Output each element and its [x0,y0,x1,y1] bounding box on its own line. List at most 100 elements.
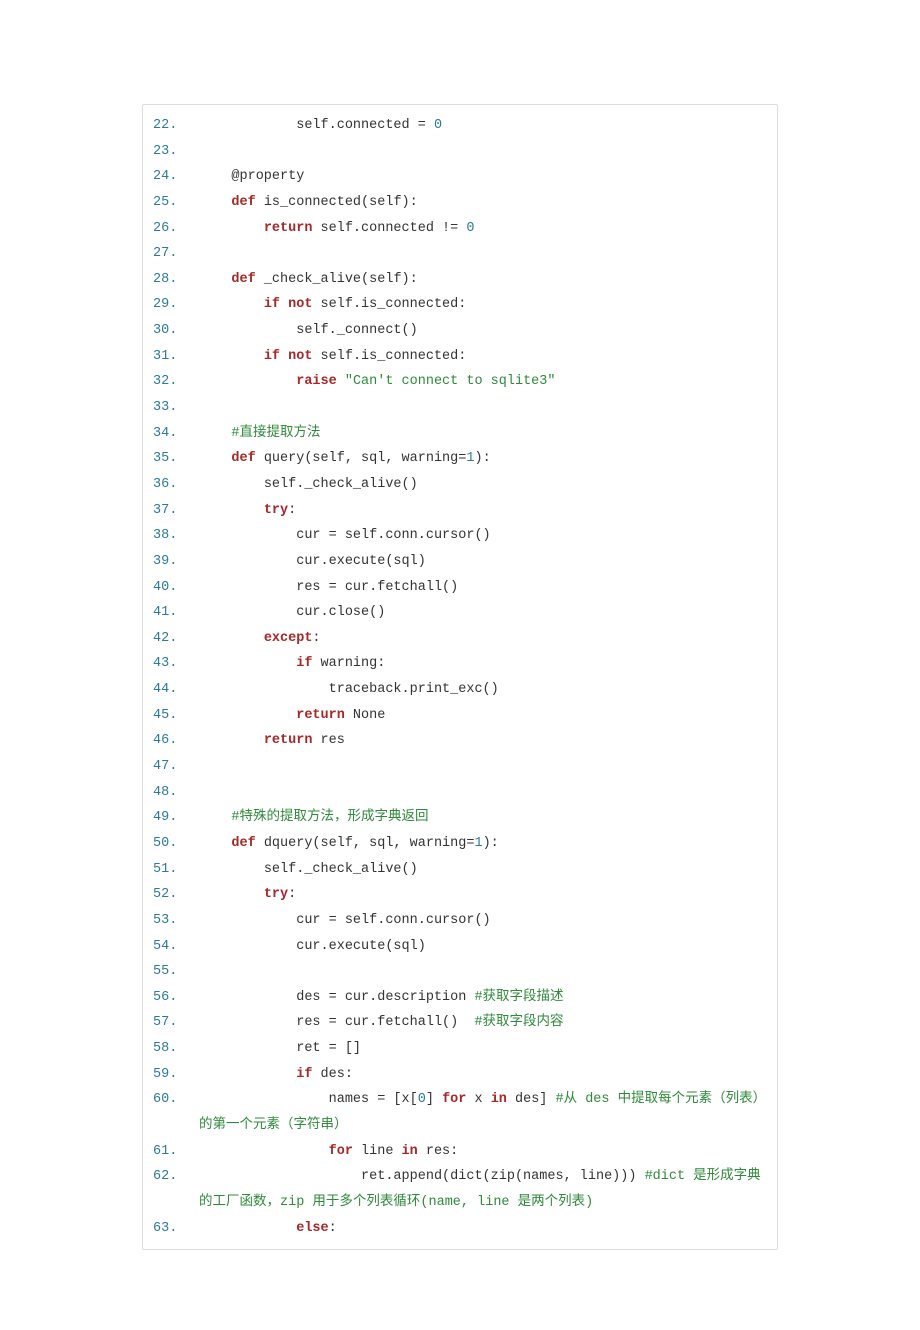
line-number: 29. [153,292,199,318]
line-content: except: [199,626,767,652]
line-content: if des: [199,1062,767,1088]
code-line: 62. ret.append(dict(zip(names, line))) #… [153,1164,767,1215]
code-line: 57. res = cur.fetchall() #获取字段内容 [153,1010,767,1036]
line-content: raise "Can't connect to sqlite3" [199,369,767,395]
line-number: 44. [153,677,199,703]
line-content: cur.execute(sql) [199,934,767,960]
code-line: 59. if des: [153,1062,767,1088]
line-content: self._check_alive() [199,472,767,498]
code-line: 33. [153,395,767,421]
line-content: else: [199,1216,767,1242]
line-content: names = [x[0] for x in des] #从 des 中提取每个… [199,1087,767,1138]
code-line: 47. [153,754,767,780]
code-line: 48. [153,780,767,806]
line-content: def _check_alive(self): [199,267,767,293]
line-number: 54. [153,934,199,960]
line-number: 33. [153,395,199,421]
line-content: res = cur.fetchall() #获取字段内容 [199,1010,767,1036]
line-content: if not self.is_connected: [199,292,767,318]
line-number: 39. [153,549,199,575]
line-content: def dquery(self, sql, warning=1): [199,831,767,857]
code-line: 31. if not self.is_connected: [153,344,767,370]
line-number: 51. [153,857,199,883]
code-line: 38. cur = self.conn.cursor() [153,523,767,549]
line-number: 35. [153,446,199,472]
line-number: 63. [153,1216,199,1242]
code-line: 60. names = [x[0] for x in des] #从 des 中… [153,1087,767,1138]
line-content [199,241,767,267]
code-line: 24. @property [153,164,767,190]
code-line: 29. if not self.is_connected: [153,292,767,318]
line-number: 22. [153,113,199,139]
line-content: try: [199,498,767,524]
line-content: def query(self, sql, warning=1): [199,446,767,472]
line-content: cur.close() [199,600,767,626]
code-line: 28. def _check_alive(self): [153,267,767,293]
code-line: 50. def dquery(self, sql, warning=1): [153,831,767,857]
line-content: des = cur.description #获取字段描述 [199,985,767,1011]
line-number: 27. [153,241,199,267]
line-number: 62. [153,1164,199,1190]
code-line: 61. for line in res: [153,1139,767,1165]
line-number: 40. [153,575,199,601]
line-content: res = cur.fetchall() [199,575,767,601]
line-number: 37. [153,498,199,524]
code-line: 43. if warning: [153,651,767,677]
line-number: 59. [153,1062,199,1088]
code-line: 30. self._connect() [153,318,767,344]
code-line: 58. ret = [] [153,1036,767,1062]
page: 22. self.connected = 023. 24. @property2… [0,0,920,1330]
line-content: #直接提取方法 [199,421,767,447]
line-number: 58. [153,1036,199,1062]
line-number: 24. [153,164,199,190]
line-number: 34. [153,421,199,447]
line-content: return None [199,703,767,729]
code-line: 56. des = cur.description #获取字段描述 [153,985,767,1011]
code-block: 22. self.connected = 023. 24. @property2… [142,104,778,1250]
code-line: 55. [153,959,767,985]
line-content: try: [199,882,767,908]
code-line: 54. cur.execute(sql) [153,934,767,960]
line-content: if warning: [199,651,767,677]
code-line: 63. else: [153,1216,767,1242]
code-line: 44. traceback.print_exc() [153,677,767,703]
line-content: cur = self.conn.cursor() [199,523,767,549]
code-line: 37. try: [153,498,767,524]
code-line: 36. self._check_alive() [153,472,767,498]
line-content [199,754,767,780]
line-number: 26. [153,216,199,242]
code-line: 35. def query(self, sql, warning=1): [153,446,767,472]
line-number: 61. [153,1139,199,1165]
code-line: 34. #直接提取方法 [153,421,767,447]
line-number: 57. [153,1010,199,1036]
code-line: 53. cur = self.conn.cursor() [153,908,767,934]
line-number: 60. [153,1087,199,1113]
code-line: 25. def is_connected(self): [153,190,767,216]
line-number: 42. [153,626,199,652]
code-line: 45. return None [153,703,767,729]
line-number: 49. [153,805,199,831]
line-content: self._connect() [199,318,767,344]
code-line: 51. self._check_alive() [153,857,767,883]
line-content: ret.append(dict(zip(names, line))) #dict… [199,1164,767,1215]
line-content [199,780,767,806]
code-line: 52. try: [153,882,767,908]
code-line: 42. except: [153,626,767,652]
line-number: 38. [153,523,199,549]
line-content: cur.execute(sql) [199,549,767,575]
line-number: 30. [153,318,199,344]
code-line: 49. #特殊的提取方法，形成字典返回 [153,805,767,831]
line-content [199,395,767,421]
line-content: cur = self.conn.cursor() [199,908,767,934]
line-number: 23. [153,139,199,165]
line-number: 56. [153,985,199,1011]
line-content: self._check_alive() [199,857,767,883]
line-number: 41. [153,600,199,626]
code-line: 40. res = cur.fetchall() [153,575,767,601]
code-line: 23. [153,139,767,165]
line-number: 48. [153,780,199,806]
line-content [199,959,767,985]
code-line: 39. cur.execute(sql) [153,549,767,575]
line-number: 43. [153,651,199,677]
line-content: return self.connected != 0 [199,216,767,242]
